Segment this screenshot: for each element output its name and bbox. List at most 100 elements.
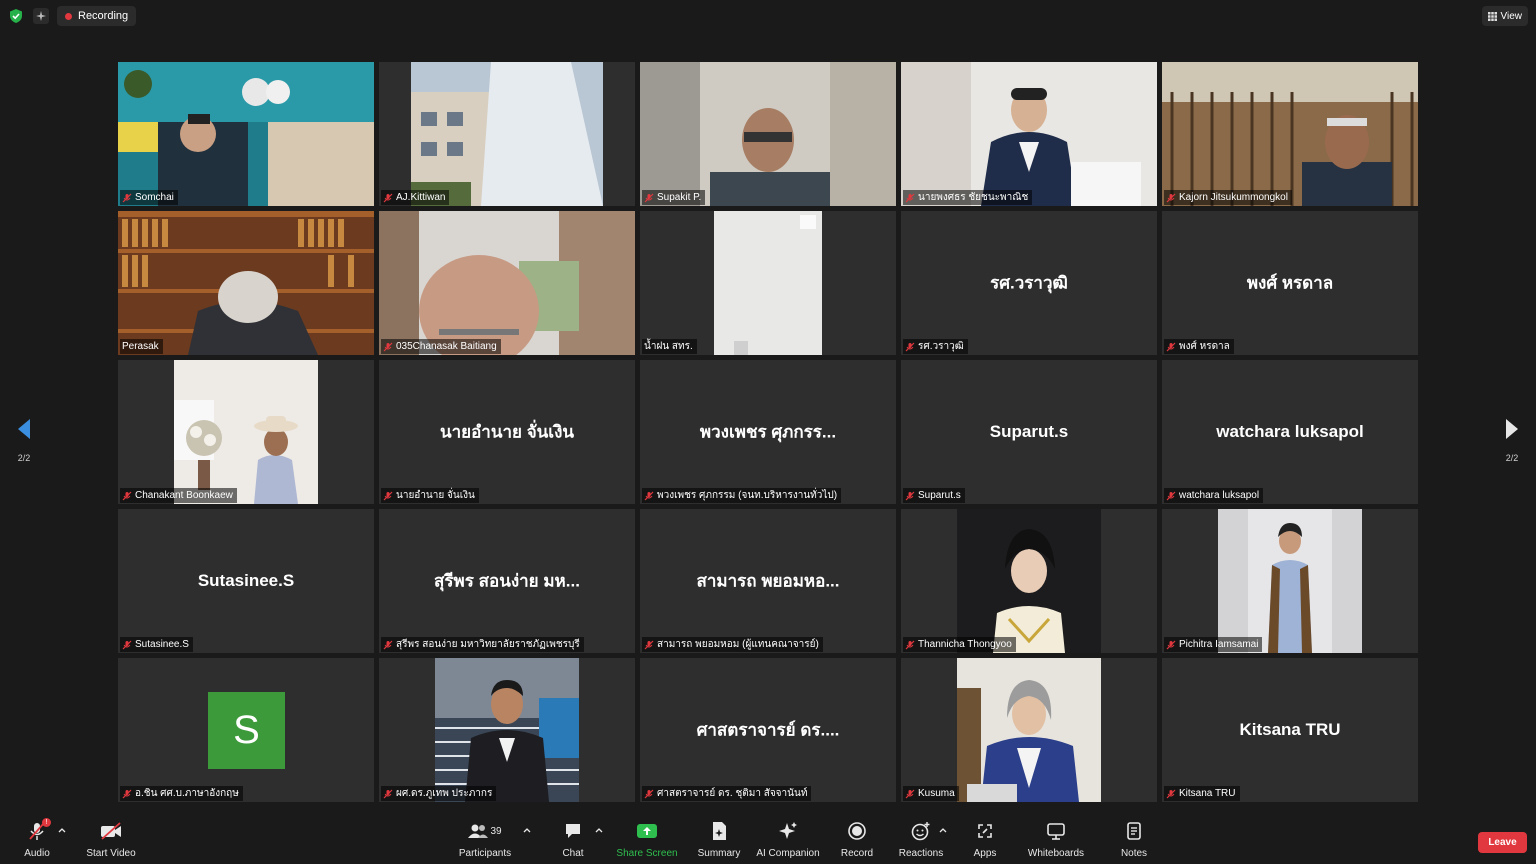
- reactions-label: Reactions: [898, 848, 944, 859]
- video-feed: [640, 62, 896, 206]
- participant-display-name: สามารถ พยอมหอ...: [696, 571, 840, 591]
- audio-options-chevron-icon[interactable]: [57, 825, 67, 835]
- participant-tile[interactable]: Pichitra Iamsamai: [1162, 509, 1418, 653]
- gallery-grid: Somchai AJ.Kittiwan Supakit P. นายพงศธร …: [118, 62, 1418, 802]
- recording-label: Recording: [78, 10, 129, 22]
- participant-name-label: พวงเพชร ศุภกรรม (จนท.บริหารงานทั่วไป): [642, 488, 842, 503]
- mic-muted-icon: [644, 640, 654, 649]
- mic-muted-icon: [122, 789, 132, 798]
- participant-name-label: ผศ.ดร.ภูเทพ ประภากร: [381, 786, 497, 801]
- video-feed: [1162, 62, 1418, 206]
- video-off-icon: [99, 820, 123, 842]
- participant-tile[interactable]: Chanakant Boonkaew: [118, 360, 374, 504]
- mic-muted-icon: [383, 640, 393, 649]
- video-feed: [174, 360, 318, 504]
- participant-tile[interactable]: นายอำนาย จั่นเงิน นายอำนาย จั่นเงิน: [379, 360, 635, 504]
- mic-muted-icon: [122, 491, 132, 500]
- meeting-toolbar: ! Audio Start Video 39 Participants Chat: [0, 816, 1536, 864]
- reactions-button[interactable]: Reactions: [899, 820, 943, 864]
- participant-tile[interactable]: Kitsana TRU Kitsana TRU: [1162, 658, 1418, 802]
- participant-name: อ.ชิน ศศ.บ.ภาษาอังกฤษ: [135, 788, 239, 799]
- summary-icon: [707, 820, 731, 842]
- record-button[interactable]: Record: [840, 820, 874, 864]
- participant-tile[interactable]: พงศ์ หรดาล พงศ์ หรดาล: [1162, 211, 1418, 355]
- participant-tile[interactable]: สุรีพร สอนง่าย มห... สุรีพร สอนง่าย มหาว…: [379, 509, 635, 653]
- participant-tile[interactable]: รศ.วราวุฒิ รศ.วราวุฒิ: [901, 211, 1157, 355]
- recording-indicator[interactable]: Recording: [57, 6, 137, 26]
- participant-tile[interactable]: นายพงศธร ชัยชนะพาณิช: [901, 62, 1157, 206]
- participant-tile[interactable]: 035Chanasak Baitiang: [379, 211, 635, 355]
- participant-name-label: AJ.Kittiwan: [381, 190, 450, 205]
- next-page-button[interactable]: 2/2: [1497, 418, 1527, 463]
- ai-companion-button[interactable]: AI Companion: [756, 820, 820, 864]
- participant-name: Kusuma: [918, 788, 955, 799]
- sparkle-icon[interactable]: [33, 8, 49, 24]
- notes-label: Notes: [1120, 848, 1148, 859]
- whiteboards-button[interactable]: Whiteboards: [1027, 820, 1085, 864]
- share-screen-icon: [635, 820, 659, 842]
- participant-tile[interactable]: Kajorn Jitsukummongkol: [1162, 62, 1418, 206]
- audio-label: Audio: [24, 848, 50, 859]
- ai-sparkle-icon: [776, 820, 800, 842]
- notes-button[interactable]: Notes: [1118, 820, 1150, 864]
- shield-icon[interactable]: [8, 8, 24, 24]
- video-feed: [957, 509, 1101, 653]
- participant-tile[interactable]: watchara luksapol watchara luksapol: [1162, 360, 1418, 504]
- participant-tile[interactable]: Kusuma: [901, 658, 1157, 802]
- participant-tile[interactable]: AJ.Kittiwan: [379, 62, 635, 206]
- participant-name: Suparut.s: [918, 490, 961, 501]
- participant-tile[interactable]: Somchai: [118, 62, 374, 206]
- smiley-icon: [909, 820, 933, 842]
- audio-button[interactable]: ! Audio: [22, 818, 52, 864]
- participant-tile[interactable]: Sutasinee.S Sutasinee.S: [118, 509, 374, 653]
- participants-button[interactable]: 39 Participants: [458, 820, 512, 864]
- participant-name-label: สามารถ พยอมหอม (ผู้แทนคณาจารย์): [642, 637, 823, 652]
- participant-tile[interactable]: สามารถ พยอมหอ... สามารถ พยอมหอม (ผู้แทนค…: [640, 509, 896, 653]
- mic-muted-icon: [905, 193, 915, 202]
- reactions-options-chevron-icon[interactable]: [938, 825, 948, 835]
- participant-name-label: Somchai: [120, 190, 178, 205]
- mic-muted-icon: [122, 640, 132, 649]
- chat-button[interactable]: Chat: [559, 820, 587, 864]
- summary-label: Summary: [697, 848, 741, 859]
- avatar: S: [208, 692, 285, 769]
- prev-page-button[interactable]: 2/2: [9, 418, 39, 463]
- participant-tile[interactable]: Perasak: [118, 211, 374, 355]
- participant-name-label: อ.ชิน ศศ.บ.ภาษาอังกฤษ: [120, 786, 243, 801]
- apps-button[interactable]: Apps: [970, 820, 1000, 864]
- participant-name-label: นายอำนาย จั่นเงิน: [381, 488, 479, 503]
- video-feed: [901, 62, 1157, 206]
- leave-button[interactable]: Leave: [1478, 832, 1527, 853]
- participant-name-label: Kitsana TRU: [1164, 786, 1240, 801]
- participant-display-name: ศาสตราจารย์ ดร....: [696, 720, 840, 740]
- participant-tile[interactable]: S อ.ชิน ศศ.บ.ภาษาอังกฤษ: [118, 658, 374, 802]
- participant-name: รศ.วราวุฒิ: [918, 341, 964, 352]
- participant-tile[interactable]: พวงเพชร ศุภกรร... พวงเพชร ศุภกรรม (จนท.บ…: [640, 360, 896, 504]
- participant-display-name: Suparut.s: [989, 422, 1069, 441]
- participants-options-chevron-icon[interactable]: [522, 825, 532, 835]
- chevron-left-icon: [18, 419, 30, 439]
- participant-name: 035Chanasak Baitiang: [396, 341, 497, 352]
- participant-tile[interactable]: ศาสตราจารย์ ดร.... ศาสตราจารย์ ดร. ชุติม…: [640, 658, 896, 802]
- mic-muted-icon: [905, 789, 915, 798]
- share-screen-button[interactable]: Share Screen: [616, 820, 678, 864]
- view-label: View: [1500, 10, 1523, 22]
- chat-options-chevron-icon[interactable]: [594, 825, 604, 835]
- participant-display-name: สุรีพร สอนง่าย มห...: [434, 571, 580, 591]
- mic-muted-icon: [1166, 789, 1176, 798]
- chat-label: Chat: [562, 848, 584, 859]
- participant-name-label: ศาสตราจารย์ ดร. ชุติมา สัจจานันท์: [642, 786, 812, 801]
- view-button[interactable]: View: [1481, 6, 1528, 26]
- participant-tile[interactable]: ผศ.ดร.ภูเทพ ประภากร: [379, 658, 635, 802]
- summary-button[interactable]: Summary: [697, 820, 741, 864]
- participant-tile[interactable]: น้ำฝน สทร.: [640, 211, 896, 355]
- participant-name: ผศ.ดร.ภูเทพ ประภากร: [396, 788, 493, 799]
- mic-muted-icon: [905, 491, 915, 500]
- participant-tile[interactable]: Suparut.s Suparut.s: [901, 360, 1157, 504]
- participant-tile[interactable]: Thannicha Thongyoo: [901, 509, 1157, 653]
- start-video-button[interactable]: Start Video: [86, 820, 136, 864]
- mic-muted-icon: [122, 193, 132, 202]
- apps-icon: [973, 820, 997, 842]
- meeting-window: Recording View 2/2 2/2 Somchai AJ.Kittiw…: [0, 0, 1536, 864]
- participant-tile[interactable]: Supakit P.: [640, 62, 896, 206]
